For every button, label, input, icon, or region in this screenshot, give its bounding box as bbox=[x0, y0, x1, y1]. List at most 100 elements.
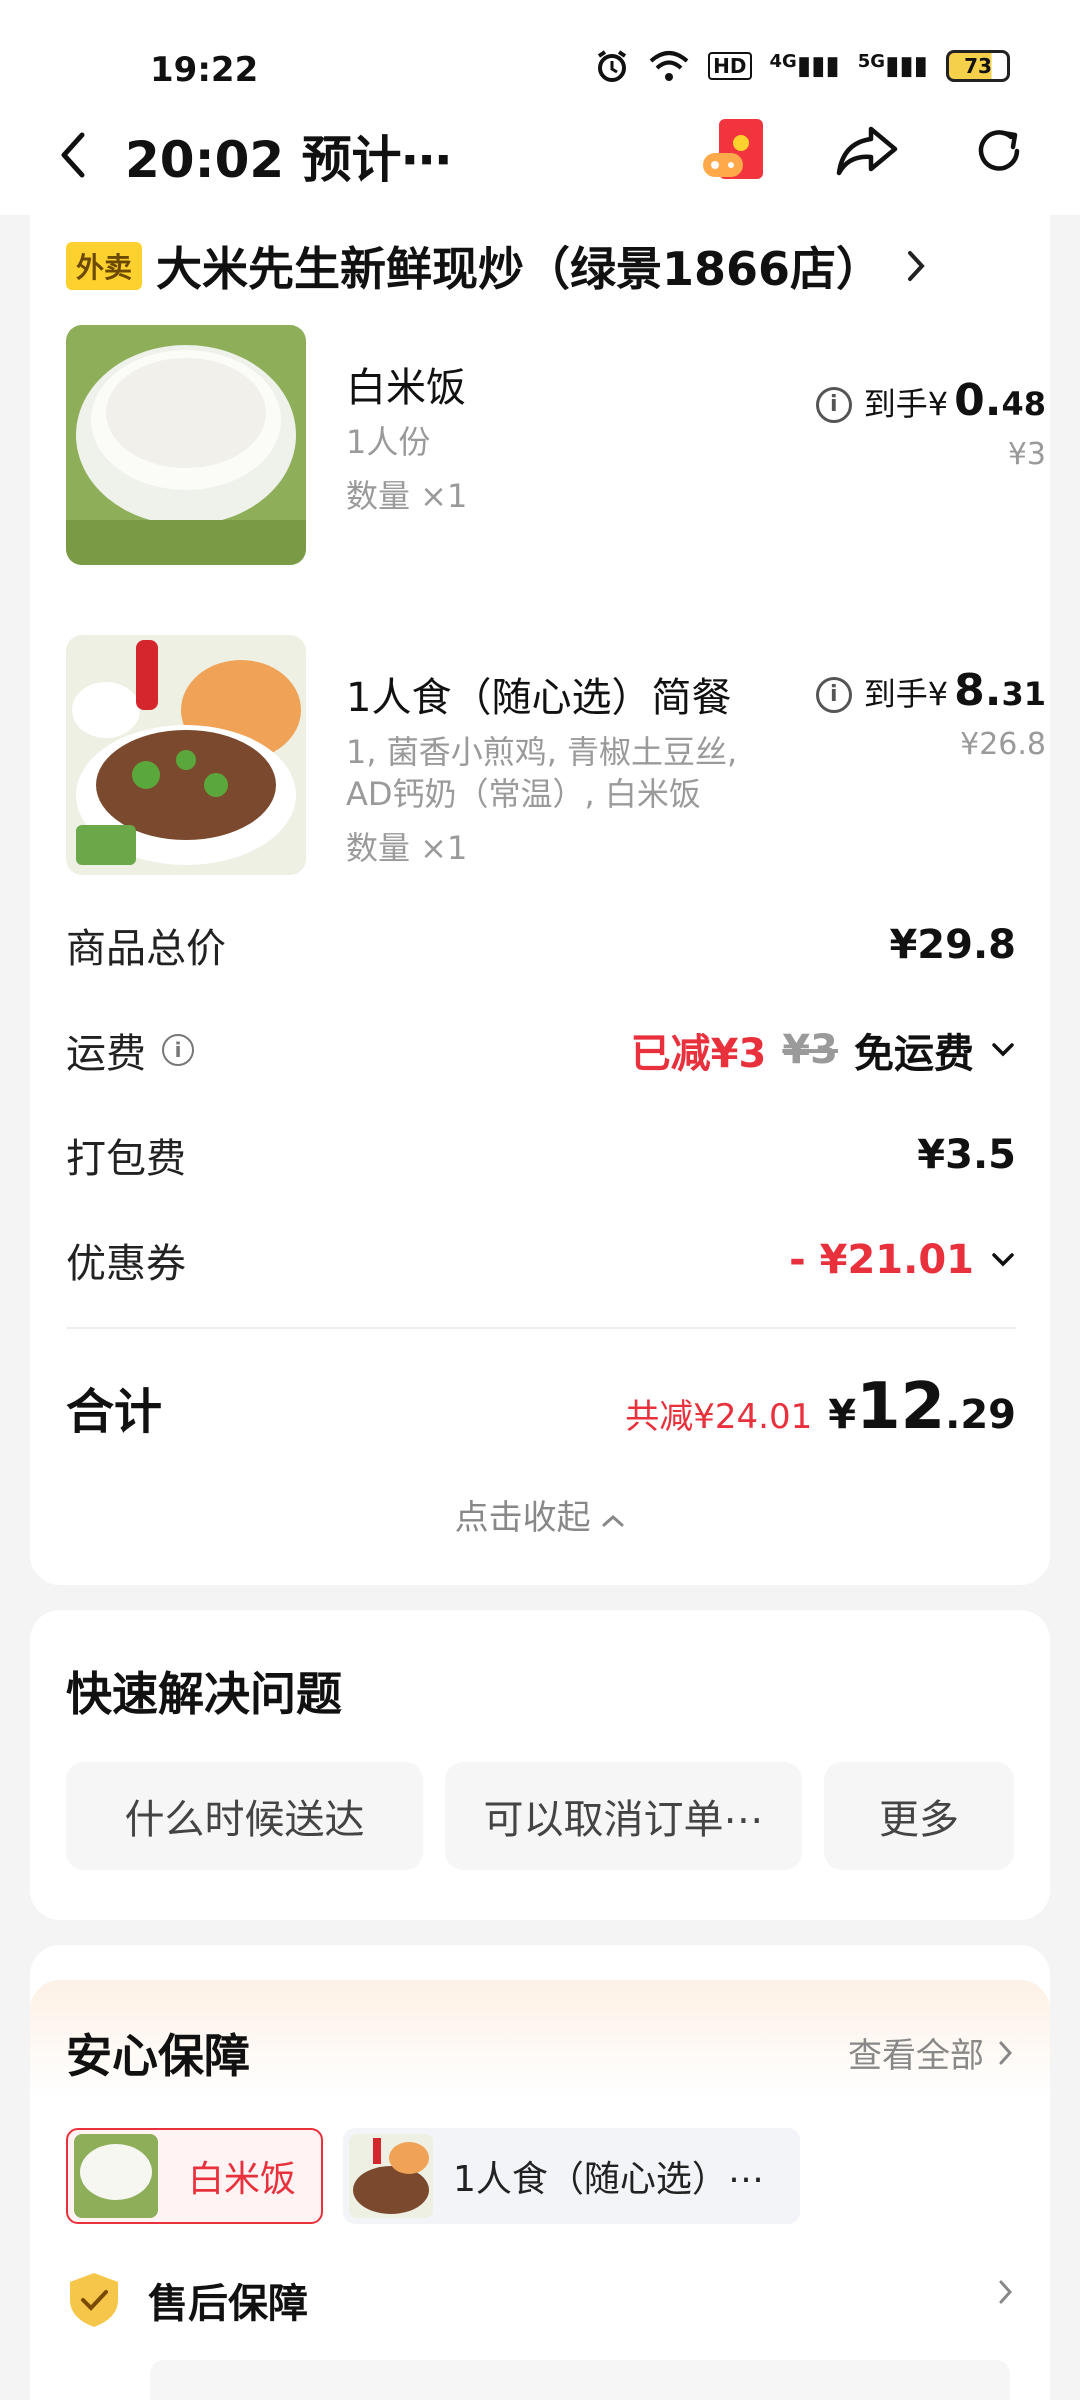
quick-solve-card: 快速解决问题 什么时候送达 可以取消订单⋯ 更多 bbox=[30, 1610, 1050, 1920]
chevron-down-icon bbox=[992, 1253, 1014, 1267]
total-saved: 共减¥24.01 bbox=[625, 1397, 813, 1437]
signal-4g-icon: 4G▮▮▮ bbox=[769, 51, 840, 81]
coupon-value: - ¥21.01 bbox=[789, 1237, 974, 1283]
total-int: 12 bbox=[856, 1370, 946, 1444]
goods-total-row: 商品总价 ¥29.8 bbox=[66, 910, 1016, 980]
view-all-label: 查看全部 bbox=[848, 2036, 984, 2076]
total-label: 合计 bbox=[66, 1384, 163, 1440]
after-sale-row[interactable]: 售后保障 bbox=[66, 2270, 308, 2330]
item-price: i 到手¥ 0. 48 ¥3 bbox=[815, 375, 1046, 472]
safety-card: 安心保障 查看全部 白米饭 1人食（随心选）⋯ 售后保障 bbox=[30, 1945, 1050, 2400]
goods-total-value: ¥29.8 bbox=[889, 922, 1016, 968]
collapse-button[interactable]: 点击收起 bbox=[30, 1490, 1050, 1539]
total-value-wrap: 共减¥24.01 ¥12.29 bbox=[625, 1370, 1016, 1444]
original-price: ¥3 bbox=[1007, 436, 1046, 472]
chip-delivery-time[interactable]: 什么时候送达 bbox=[66, 1762, 423, 1870]
refresh-icon[interactable] bbox=[963, 115, 1035, 187]
shield-check-icon bbox=[70, 2273, 118, 2327]
chip-more[interactable]: 更多 bbox=[824, 1762, 1014, 1870]
quick-solve-chips: 什么时候送达 可以取消订单⋯ 更多 bbox=[66, 1762, 1014, 1870]
coupon-value-wrap: - ¥21.01 bbox=[789, 1237, 1016, 1283]
item-quantity: 数量 ×1 bbox=[346, 477, 468, 515]
safety-panel: 安心保障 查看全部 白米饭 1人食（随心选）⋯ 售后保障 bbox=[30, 1980, 1050, 2400]
after-sale-detail bbox=[150, 2360, 1010, 2400]
rice-bowl-image bbox=[66, 325, 306, 565]
rice-thumb-image bbox=[74, 2134, 158, 2218]
coupon-label: 优惠券 bbox=[66, 1241, 186, 1287]
net-5g-label: 5G bbox=[857, 51, 886, 72]
delivery-fee-label: 运费 bbox=[66, 1031, 146, 1077]
delivery-fee-value: 已减¥3 ¥3 免运费 bbox=[631, 1021, 1016, 1079]
item-info: 白米饭 1人份 数量 ×1 bbox=[346, 355, 467, 517]
final-price: i 到手¥ 0. 48 bbox=[815, 375, 1046, 427]
delivery-discount: 已减¥3 bbox=[630, 1031, 767, 1077]
total-currency: ¥ bbox=[828, 1392, 857, 1438]
combo-thumb-image bbox=[349, 2134, 433, 2218]
page-title: 20:02 预计⋯ bbox=[125, 131, 452, 189]
item-info: 1人食（随心选）简餐 1, 菌香小煎鸡, 青椒土豆丝, AD钙奶（常温）, 白米… bbox=[346, 665, 786, 869]
combo-meal-image bbox=[66, 635, 306, 875]
status-bar: 19:22 HD 4G▮▮▮ 5G▮▮▮ 73 bbox=[0, 0, 1080, 120]
price-prefix: 到手¥ bbox=[863, 675, 949, 713]
divider bbox=[66, 1327, 1016, 1329]
packing-fee-row: 打包费 ¥3.5 bbox=[66, 1120, 1016, 1190]
hd-badge: HD bbox=[708, 52, 752, 80]
goods-total-label: 商品总价 bbox=[66, 926, 226, 972]
info-icon[interactable]: i bbox=[162, 1034, 194, 1066]
back-arrow-icon[interactable] bbox=[50, 125, 100, 185]
view-all-link[interactable]: 查看全部 bbox=[848, 2028, 1014, 2077]
item-spec: 1, 菌香小煎鸡, 青椒土豆丝, AD钙奶（常温）, 白米饭 bbox=[346, 733, 738, 813]
battery-icon: 73 bbox=[946, 50, 1010, 82]
safety-title: 安心保障 bbox=[66, 2029, 250, 2083]
packing-fee-value: ¥3.5 bbox=[917, 1132, 1016, 1178]
collapse-label: 点击收起 bbox=[454, 1498, 591, 1538]
chevron-right-icon bbox=[999, 2041, 1013, 2064]
original-price: ¥26.8 bbox=[960, 726, 1046, 762]
info-icon[interactable]: i bbox=[815, 676, 852, 713]
nav-bar: 20:02 预计⋯ bbox=[0, 105, 1080, 205]
chevron-right-icon bbox=[908, 251, 925, 281]
tab-combo[interactable]: 1人食（随心选）⋯ bbox=[343, 2128, 800, 2224]
store-header[interactable]: 外卖 大米先生新鲜现炒（绿景1866店） bbox=[66, 233, 928, 299]
price-int: 0. bbox=[954, 375, 1002, 426]
price-prefix: 到手¥ bbox=[863, 385, 949, 423]
delivery-original: ¥3 bbox=[782, 1027, 838, 1073]
price-dec: 31 bbox=[1001, 675, 1046, 713]
store-name: 大米先生新鲜现炒（绿景1866店） bbox=[156, 242, 883, 296]
nav-actions bbox=[699, 115, 1035, 187]
item-title: 1人食（随心选）简餐 bbox=[346, 675, 732, 721]
chevron-right-icon bbox=[999, 2280, 1013, 2304]
quick-solve-title: 快速解决问题 bbox=[66, 1667, 342, 1721]
delivery-fee-row[interactable]: 运费 i 已减¥3 ¥3 免运费 bbox=[66, 1015, 1016, 1085]
chip-cancel-order[interactable]: 可以取消订单⋯ bbox=[445, 1762, 802, 1870]
chevron-down-icon bbox=[992, 1043, 1014, 1057]
chevron-up-icon bbox=[602, 1514, 624, 1527]
total-dec: .29 bbox=[945, 1392, 1016, 1438]
red-packet-game-icon[interactable] bbox=[699, 115, 771, 187]
signal-5g-icon: 5G▮▮▮ bbox=[857, 51, 928, 81]
tab-combo-label: 1人食（随心选）⋯ bbox=[453, 2159, 764, 2200]
delivery-fee-label-wrap: 运费 i bbox=[66, 1021, 194, 1079]
total-row: 合计 共减¥24.01 ¥12.29 bbox=[66, 1370, 1016, 1444]
status-icons: HD 4G▮▮▮ 5G▮▮▮ 73 bbox=[594, 48, 1010, 84]
item-spec: 1人份 bbox=[346, 423, 431, 461]
top-bar: 19:22 HD 4G▮▮▮ 5G▮▮▮ 73 20:02 预计⋯ bbox=[0, 0, 1080, 215]
final-price: i 到手¥ 8. 31 bbox=[815, 665, 1046, 717]
order-item[interactable]: 白米饭 1人份 数量 ×1 i 到手¥ 0. 48 ¥3 bbox=[66, 325, 1046, 565]
wifi-icon bbox=[649, 51, 689, 81]
status-time: 19:22 bbox=[150, 50, 259, 90]
net-4g-label: 4G bbox=[769, 51, 797, 72]
coupon-row[interactable]: 优惠券 - ¥21.01 bbox=[66, 1225, 1016, 1295]
price-dec: 48 bbox=[1001, 385, 1046, 423]
item-quantity: 数量 ×1 bbox=[346, 829, 468, 867]
share-icon[interactable] bbox=[831, 115, 903, 187]
order-item[interactable]: 1人食（随心选）简餐 1, 菌香小煎鸡, 青椒土豆丝, AD钙奶（常温）, 白米… bbox=[66, 635, 1046, 885]
total-amount: ¥12.29 bbox=[828, 1370, 1016, 1444]
product-tabs: 白米饭 1人食（随心选）⋯ bbox=[66, 2128, 800, 2224]
tab-rice[interactable]: 白米饭 bbox=[66, 2128, 323, 2224]
delivery-tag: 外卖 bbox=[66, 242, 143, 290]
alarm-icon bbox=[598, 50, 627, 82]
info-icon[interactable]: i bbox=[815, 386, 852, 423]
item-price: i 到手¥ 8. 31 ¥26.8 bbox=[815, 665, 1046, 762]
packing-fee-label: 打包费 bbox=[66, 1136, 186, 1182]
